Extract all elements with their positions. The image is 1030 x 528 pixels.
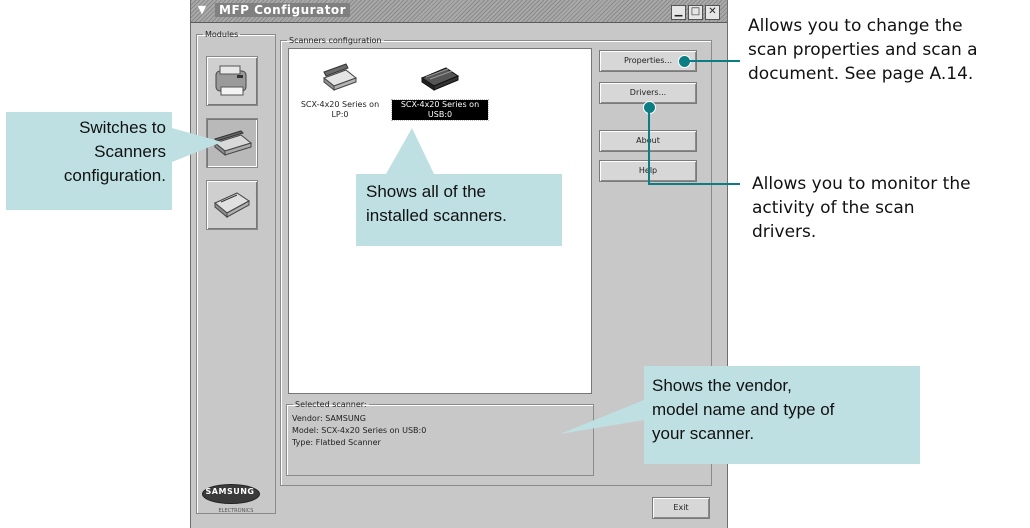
callout-shows-all: Shows all of the installed scanners. [356,174,562,246]
title-bar[interactable]: ▼ MFP Configurator ▁ □ ✕ [191,0,727,23]
model-text: Model: SCX-4x20 Series on USB:0 [292,426,427,435]
logo-brand: SAMSUNG [205,487,255,496]
ports-module-button[interactable] [206,180,258,230]
vendor-text: Vendor: SAMSUNG [292,414,366,423]
scanner-icon [420,67,460,91]
exit-button[interactable]: Exit [652,497,710,519]
printers-module-button[interactable] [206,56,258,106]
chevron-down-icon[interactable]: ▼ [195,3,209,17]
callout-vendor-pointer [560,400,644,434]
properties-connector-line [688,60,740,62]
callout-switches: Switches to Scanners configuration. [6,112,172,210]
scanner-icon [322,63,358,92]
callout-vendor: Shows the vendor, model name and type of… [644,366,920,464]
type-text: Type: Flatbed Scanner [292,438,381,447]
drivers-connector-line-vertical [648,111,650,184]
drivers-connector-line-horizontal [648,183,740,185]
modules-legend: Modules [205,30,239,39]
close-icon[interactable]: ✕ [705,5,720,20]
window-title: MFP Configurator [215,3,351,17]
port-icon [214,192,250,219]
annotation-drivers: Allows you to monitor the activity of th… [752,174,971,242]
callout-shows-all-pointer [386,128,434,174]
logo-sub: ELECTRONICS [218,508,254,514]
callout-switches-pointer [172,128,222,162]
scanners-legend: Scanners configuration [289,36,382,45]
samsung-logo: SAMSUNG ELECTRONICS [202,484,260,522]
minimize-icon[interactable]: ▁ [671,5,686,20]
scanner-item-label: SCX-4x20 Series on USB:0 [391,99,489,121]
maximize-icon[interactable]: □ [688,5,703,20]
scanner-item-label: SCX-4x20 Series on LP:0 [300,100,380,119]
annotation-properties: Allows you to change the scan properties… [748,16,978,84]
printer-icon [215,65,247,96]
selected-scanner-legend: Selected scanner: [295,400,367,409]
